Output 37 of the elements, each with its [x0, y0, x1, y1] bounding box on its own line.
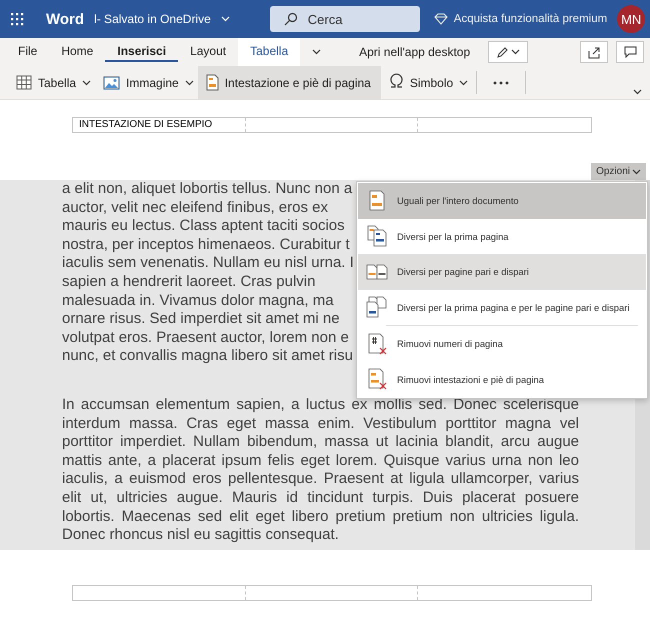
body-text-line: mattis ante, a placerat ipsum felis eget lorem. Quisque varius urna non leo	[62, 452, 579, 470]
body-text-line: iaculis sem venenatis. Nullam eu nisl urna. I	[62, 254, 354, 273]
body-text-line: iaculis, a euismod eros pellentesque. Praesent at ligula ullamcorper, varius	[62, 470, 579, 489]
user-avatar[interactable]: MN	[617, 5, 646, 33]
body-text-line: nunc, et convallis magna libero sit amet risu	[62, 347, 353, 366]
ribbon-tab[interactable]: File	[6, 38, 50, 66]
body-text-line: mauris eu lectus. Class aptent taciti socios	[62, 217, 345, 236]
body-text-line: nostra, per inceptos himenaeos. Curabitur t	[62, 236, 350, 254]
menu-item[interactable]: Uguali per l'intero documento	[358, 183, 646, 218]
toolbar-button[interactable]: Immagine	[95, 66, 198, 99]
ribbon-tab[interactable]: Layout	[178, 38, 238, 66]
body-text-line: auctor, velit nec eleifend finibus, eros ex	[62, 198, 328, 218]
options-button[interactable]: Opzioni	[591, 163, 646, 180]
body-text-line: interdum massa. Cras eget massa enim. Vestibulum porttitor magna vel	[62, 414, 579, 434]
premium-link[interactable]: Acquista funzionalità premium	[454, 13, 608, 25]
menu-item[interactable]: Diversi per pagine pari e dispari	[358, 254, 646, 290]
search-field[interactable]: Cerca	[270, 6, 420, 32]
ribbon-tab[interactable]: Inserisci	[105, 38, 178, 62]
body-text-line: elit ut, ultricies augue. Mauris id tincidunt turpis. Duis placerat posuere	[62, 488, 579, 508]
ribbon-tab[interactable]: Home	[49, 38, 106, 66]
body-text-line: volutpat eros. Praesent auctor, lorem non e	[62, 328, 349, 348]
body-text-line: In accumsan elementum sapien, a luctus ex mollis sed. Donec scelerisque	[62, 396, 579, 415]
body-text-line: lobortis. Maecenas sed elit eget libero pretium pretium non ultricies ligula.	[62, 508, 579, 526]
body-text-line: Donec rhoncus nisl eu sagittis consequat.	[62, 526, 340, 545]
body-text-line: porttitor imperdiet. Nullam bibendum, massa ut lacinia blandit, arcu augue	[62, 433, 579, 452]
body-text-line: malesuada in. Vivamus dolor magna, ma	[62, 292, 334, 310]
body-text-line: a elit non, aliquet lobortis tellus. Nunc non a	[62, 180, 352, 199]
toolbar-button[interactable]: Intestazione e piè di pagina	[198, 66, 381, 99]
toolbar-button[interactable]: Simbolo	[380, 66, 472, 99]
ribbon-tab[interactable]: Tabella	[238, 38, 300, 66]
toolbar-button[interactable]: Tabella	[8, 66, 96, 99]
body-text-line: sapien a hendrerit laoreet. Cras pulvin	[62, 272, 316, 292]
body-text-line: ornare risus. Sed imperdiet sit amet mi ne	[62, 310, 340, 329]
app-name: Word	[46, 10, 84, 28]
open-desktop-button[interactable]: Apri nell'app desktop	[347, 38, 482, 66]
document-status[interactable]: l- Salvato in OneDrive	[94, 12, 211, 26]
header-text[interactable]: INTESTAZIONE DI ESEMPIO	[73, 118, 246, 132]
